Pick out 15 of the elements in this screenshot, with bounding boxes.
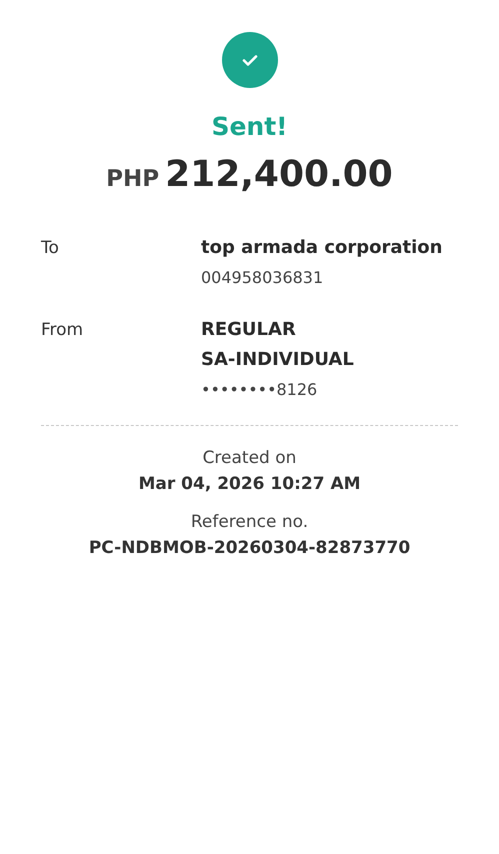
status-title: Sent! — [211, 112, 288, 142]
meta-label: Created on — [202, 448, 296, 468]
account-name: top armada corporation — [201, 236, 442, 260]
check-icon — [222, 32, 278, 88]
meta-value: PC-NDBMOB-20260304-82873770 — [88, 538, 410, 558]
detail-label: To — [41, 237, 60, 260]
account-number: ••••••••8126 — [201, 379, 318, 401]
detail-label: From — [41, 319, 84, 342]
meta-value: Mar 04, 2026 10:27 AM — [138, 474, 361, 494]
currency-code: PHP — [106, 166, 160, 192]
account-name: SA-INDIVIDUAL — [201, 348, 354, 372]
amount-value: 212,400.00 — [165, 154, 393, 195]
meta-label: Reference no. — [190, 512, 308, 532]
account-name: REGULAR — [201, 318, 297, 342]
account-number: 004958036831 — [201, 267, 324, 289]
